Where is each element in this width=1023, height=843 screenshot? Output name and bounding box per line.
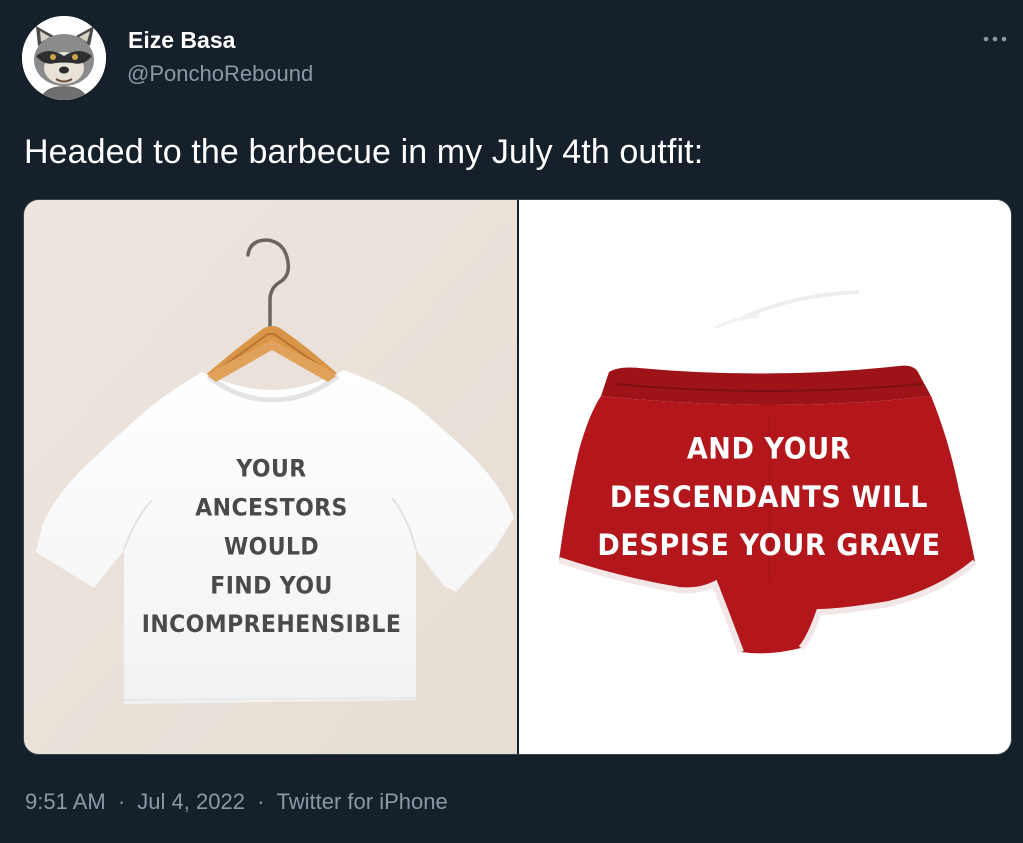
tweet-text: Headed to the barbecue in my July 4th ou… <box>24 133 704 171</box>
tweet-source-link[interactable]: Twitter for iPhone <box>277 789 448 815</box>
tweet-date[interactable]: Jul 4, 2022 <box>137 789 245 815</box>
author-avatar[interactable] <box>22 16 106 100</box>
photo-red-shorts[interactable]: AND YOUR DESCENDANTS WILL DESPISE YOUR G… <box>519 200 1011 754</box>
separator-dot: · <box>117 789 126 814</box>
media-grid: YOUR ANCESTORS WOULD FIND YOU INCOMPREHE… <box>23 199 1012 755</box>
shirt-print-text: YOUR ANCESTORS WOULD FIND YOU INCOMPREHE… <box>84 451 459 645</box>
author-handle[interactable]: @PonchoRebound <box>127 61 313 87</box>
shorts-line: DESPISE YOUR GRAVE <box>597 528 941 563</box>
more-options-button[interactable] <box>978 26 1012 52</box>
more-horizontal-icon <box>983 36 1007 42</box>
separator-dot: · <box>257 789 265 814</box>
shirt-line: ANCESTORS <box>195 495 348 523</box>
shorts-line: AND YOUR <box>686 432 852 467</box>
shirt-line: FIND YOU <box>210 572 333 600</box>
shorts-line: DESCENDANTS WILL <box>609 480 929 515</box>
tweet-metadata: 9:51 AM · Jul 4, 2022 · Twitter for iPho… <box>25 789 448 815</box>
shirt-line: WOULD <box>223 533 320 561</box>
shirt-line: YOUR <box>236 456 307 484</box>
photo-crop-top[interactable]: YOUR ANCESTORS WOULD FIND YOU INCOMPREHE… <box>24 200 517 754</box>
shorts-print-text: AND YOUR DESCENDANTS WILL DESPISE YOUR G… <box>564 425 974 570</box>
tweet-time[interactable]: 9:51 AM <box>25 789 106 815</box>
author-display-name[interactable]: Eize Basa <box>128 27 235 54</box>
tweet: Eize Basa @PonchoRebound Headed to the b… <box>0 0 1023 843</box>
shirt-line: INCOMPREHENSIBLE <box>141 611 402 639</box>
raccoon-avatar-icon <box>22 16 106 100</box>
